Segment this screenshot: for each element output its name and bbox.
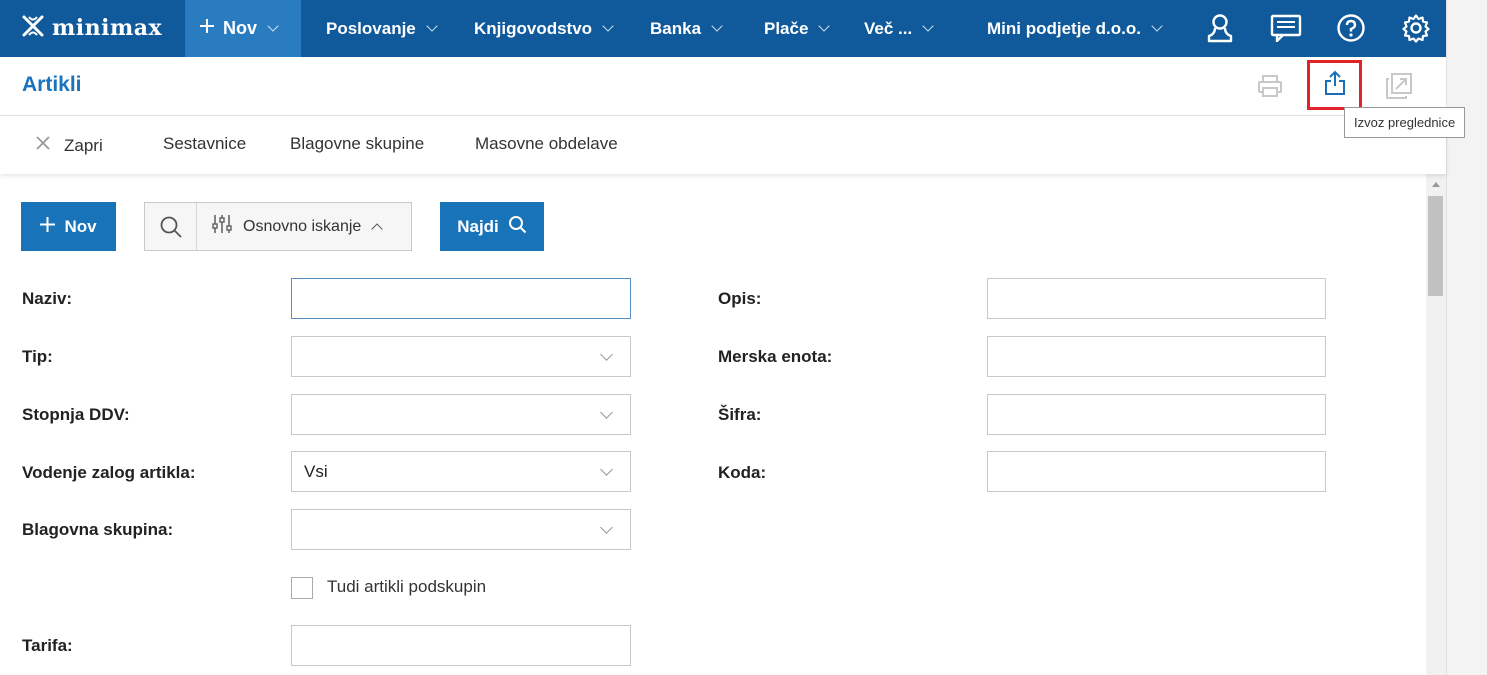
messages-icon[interactable]	[1269, 11, 1303, 45]
action-masovne-obdelave[interactable]: Masovne obdelave	[475, 134, 618, 154]
action-bar: Zapri Sestavnice Blagovne skupine Masovn…	[0, 116, 1446, 174]
action-blagovne-skupine[interactable]: Blagovne skupine	[290, 134, 424, 154]
chevron-down-icon	[922, 20, 934, 32]
search-mode-label: Osnovno iskanje	[243, 217, 362, 235]
blagovna-skupina-label: Blagovna skupina:	[22, 520, 174, 539]
company-name: Mini podjetje d.o.o.	[987, 18, 1141, 38]
merska-enota-label: Merska enota:	[718, 347, 833, 366]
new-item-button[interactable]: Nov	[21, 202, 116, 251]
search-icon	[508, 215, 527, 239]
search-form-area: Nov Osnovno iskanje Najdi Naziv: Tip: St…	[0, 174, 1426, 675]
tarifa-label: Tarifa:	[22, 636, 73, 655]
chevron-down-icon	[602, 20, 614, 32]
nav-item-label: Plače	[764, 18, 809, 38]
top-navigation: minimax Nov Poslovanje Knjigovodstvo Ban…	[0, 0, 1446, 57]
chevron-down-icon	[600, 463, 613, 476]
action-sestavnice[interactable]: Sestavnice	[163, 134, 246, 154]
export-icon	[1323, 70, 1347, 101]
company-selector[interactable]: Mini podjetje d.o.o.	[987, 0, 1163, 57]
help-icon[interactable]	[1334, 11, 1368, 45]
nav-item-label: Knjigovodstvo	[474, 18, 593, 38]
chevron-down-icon	[267, 20, 279, 32]
blagovna-skupina-select[interactable]	[291, 509, 631, 550]
scroll-up-arrow-icon[interactable]	[1432, 182, 1440, 187]
tip-label: Tip:	[22, 347, 53, 366]
nav-new-label: Nov	[223, 18, 258, 38]
find-button[interactable]: Najdi	[440, 202, 544, 251]
brand-name: minimax	[52, 15, 163, 41]
popout-icon[interactable]	[1384, 71, 1414, 101]
brand-logo[interactable]: minimax	[20, 13, 162, 43]
chevron-down-icon	[818, 20, 831, 32]
podskupine-checkbox-label[interactable]: Tudi artikli podskupin	[327, 577, 486, 597]
sifra-label: Šifra:	[718, 405, 762, 424]
nav-item-banka[interactable]: Banka	[650, 0, 723, 57]
koda-text[interactable]	[1000, 452, 1325, 491]
scroll-thumb[interactable]	[1428, 196, 1443, 296]
stopnja-ddv-select[interactable]	[291, 394, 631, 435]
naziv-label: Naziv:	[22, 289, 73, 308]
vodenje-zalog-value: Vsi	[304, 461, 328, 481]
nav-item-label: Več ...	[864, 18, 913, 38]
opis-text[interactable]	[1000, 279, 1325, 318]
merska-enota-text[interactable]	[1000, 337, 1325, 376]
close-icon	[34, 134, 52, 157]
chevron-down-icon	[711, 20, 723, 32]
vodenje-zalog-select[interactable]: Vsi	[291, 451, 631, 492]
opis-label: Opis:	[718, 289, 762, 308]
minimax-logo-icon	[20, 13, 46, 44]
settings-icon[interactable]	[1399, 11, 1433, 45]
tarifa-input[interactable]	[291, 625, 631, 666]
chevron-down-icon	[426, 20, 438, 32]
search-mode-toggle[interactable]: Osnovno iskanje	[197, 213, 383, 240]
search-icon[interactable]	[145, 203, 197, 250]
export-tooltip: Izvoz preglednice	[1344, 107, 1466, 138]
naziv-text[interactable]	[304, 279, 630, 318]
chevron-up-icon	[371, 223, 383, 235]
close-button[interactable]: Zapri	[34, 134, 103, 157]
find-label: Najdi	[457, 216, 499, 236]
print-icon[interactable]	[1255, 71, 1285, 101]
chevron-down-icon	[600, 348, 613, 361]
nav-item-knjigovodstvo[interactable]: Knjigovodstvo	[474, 0, 614, 57]
page-header: Artikli	[0, 57, 1446, 116]
tarifa-text[interactable]	[304, 626, 630, 665]
nav-new-menu[interactable]: Nov	[185, 0, 301, 57]
koda-label: Koda:	[718, 463, 767, 482]
sifra-text[interactable]	[1000, 395, 1325, 434]
vertical-scrollbar[interactable]	[1426, 174, 1446, 675]
tip-select[interactable]	[291, 336, 631, 377]
filter-sliders-icon	[211, 213, 233, 240]
new-item-label: Nov	[64, 216, 97, 236]
close-label: Zapri	[64, 135, 103, 155]
user-icon[interactable]	[1203, 11, 1237, 45]
vodenje-zalog-label: Vodenje zalog artikla:	[22, 463, 196, 482]
nav-item-poslovanje[interactable]: Poslovanje	[326, 0, 438, 57]
chevron-down-icon	[600, 406, 613, 419]
plus-icon	[199, 18, 215, 39]
nav-item-label: Poslovanje	[326, 18, 416, 38]
chevron-down-icon	[1151, 20, 1163, 32]
opis-input[interactable]	[987, 278, 1326, 319]
stopnja-ddv-label: Stopnja DDV:	[22, 405, 130, 424]
search-mode-selector[interactable]: Osnovno iskanje	[144, 202, 412, 251]
window-margin	[1446, 0, 1487, 675]
nav-item-place[interactable]: Plače	[764, 0, 831, 57]
naziv-input[interactable]	[291, 278, 631, 319]
export-button[interactable]	[1307, 60, 1362, 110]
sifra-input[interactable]	[987, 394, 1326, 435]
plus-icon	[40, 216, 56, 237]
nav-item-label: Banka	[650, 18, 702, 38]
podskupine-checkbox[interactable]	[291, 577, 313, 599]
chevron-down-icon	[600, 521, 613, 534]
merska-enota-input[interactable]	[987, 336, 1326, 377]
nav-item-vec[interactable]: Več ...	[864, 0, 934, 57]
koda-input[interactable]	[987, 451, 1326, 492]
page-title: Artikli	[22, 73, 82, 96]
